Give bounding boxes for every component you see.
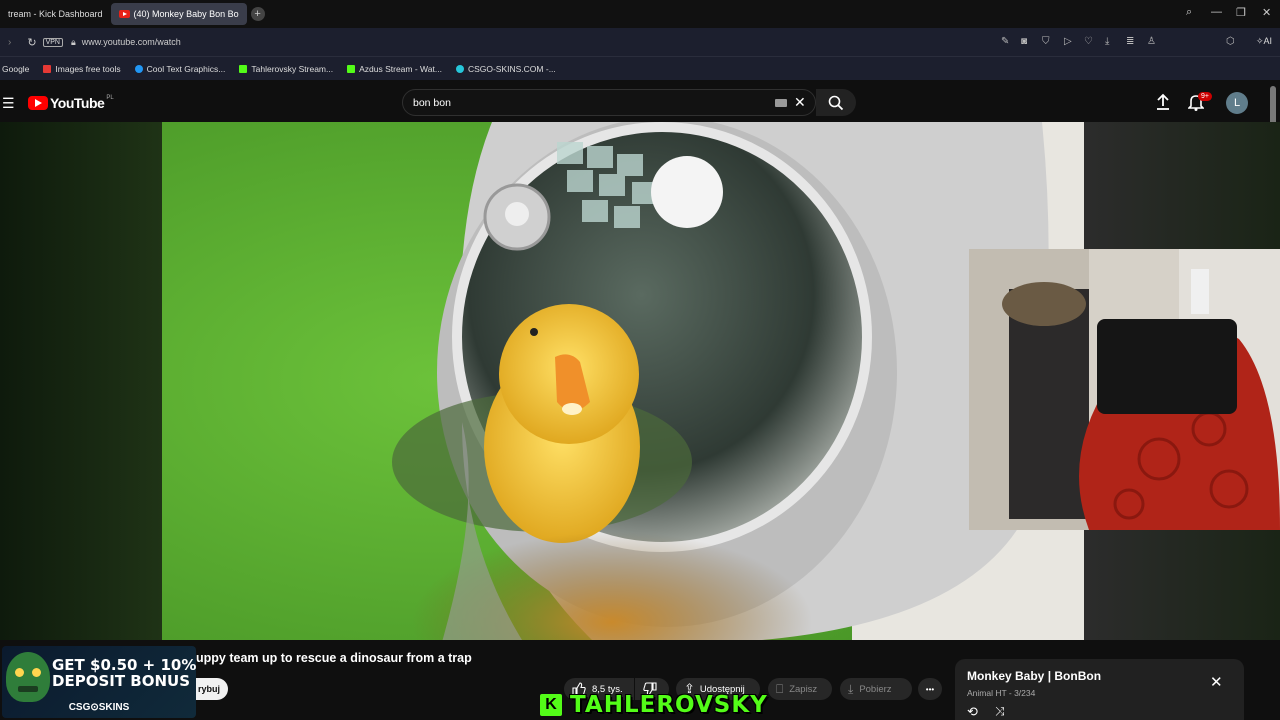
vpn-badge[interactable]: VPN <box>42 37 63 47</box>
search-tabs-icon[interactable]: ⌕ <box>1186 6 1192 19</box>
bookmark-azdus[interactable]: Azdus Stream - Wat... <box>347 64 442 74</box>
download-icon[interactable]: ⤓ <box>1105 36 1109 47</box>
bookmark-save-icon: ⎕ <box>776 681 784 696</box>
bookmarks-bar: Google Images free tools Cool Text Graph… <box>0 56 1280 80</box>
shield-icon[interactable]: ⛉ <box>1042 36 1050 47</box>
ad-line-2: DEPOSIT BONUS <box>52 672 191 690</box>
forward-icon[interactable]: › <box>8 37 11 48</box>
edit-icon[interactable]: ✎ <box>1001 36 1009 47</box>
ai-label: AI <box>1263 36 1273 46</box>
notification-badge: 9+ <box>1198 92 1212 101</box>
subscribe-button[interactable]: rybuj <box>196 678 228 700</box>
download-label: Pobierz <box>859 683 892 695</box>
kick-icon <box>239 64 248 73</box>
bookmark-label: CSGO-SKINS.COM -... <box>467 63 556 74</box>
profile-icon[interactable]: ♙ <box>1147 36 1156 47</box>
menu-list-icon[interactable]: ≣ <box>1126 36 1134 47</box>
video-frame-duckling-image <box>162 122 1084 640</box>
bookmark-label: Tahlerovsky Stream... <box>251 63 334 74</box>
webcam-feed-image <box>969 249 1280 530</box>
extensions-icon[interactable]: ⬡ <box>1226 36 1235 47</box>
youtube-favicon-icon <box>118 10 130 18</box>
search-box[interactable]: bon bon ✕ <box>402 89 816 116</box>
bookmark-label: Cool Text Graphics... <box>146 63 226 74</box>
more-actions-button[interactable]: ••• <box>918 678 942 700</box>
hamburger-menu-icon[interactable]: ☰ <box>2 95 15 112</box>
kick-icon <box>347 64 356 73</box>
upload-button[interactable] <box>1155 93 1171 116</box>
bookmark-tahlerovsky[interactable]: Tahlerovsky Stream... <box>239 64 333 74</box>
webcam-overlay <box>969 249 1280 530</box>
ambient-left <box>0 122 162 640</box>
csgo-skins-ad: GET $0.50 + 10% DEPOSIT BONUS CSG⊙SKINS <box>2 646 196 718</box>
bookmark-icon <box>134 64 143 73</box>
new-tab-button[interactable]: + <box>250 7 265 21</box>
csgo-skins-icon <box>455 64 464 73</box>
search-icon <box>828 95 844 110</box>
bookmark-cool-text[interactable]: Cool Text Graphics... <box>134 63 226 74</box>
region-code: PL <box>106 95 114 101</box>
bookmark-label: Azdus Stream - Wat... <box>359 63 442 74</box>
youtube-play-icon <box>28 96 48 110</box>
loop-icon[interactable]: ⟲ <box>967 704 978 720</box>
download-arrow-icon: ⤓ <box>848 681 854 696</box>
tab-label: tream - Kick Dashboard <box>8 9 103 19</box>
playlist-subtitle: Animal HT - 3/234 <box>967 688 1036 698</box>
lock-icon: 🔒︎ <box>70 36 76 47</box>
avatar[interactable]: L <box>1226 92 1248 114</box>
heart-icon[interactable]: ♡ <box>1084 36 1093 47</box>
tab-kick-dashboard[interactable]: tream - Kick Dashboard <box>0 3 111 25</box>
url-field[interactable]: www.youtube.com/watch <box>82 37 181 47</box>
zombie-mascot-icon <box>6 652 50 702</box>
save-button[interactable]: ⎕ Zapisz <box>768 678 832 700</box>
bookmark-images-free-tools[interactable]: Images free tools <box>43 63 121 74</box>
tab-youtube[interactable]: (40) Monkey Baby Bon Bo <box>110 3 247 25</box>
maximize-button[interactable]: ❐ <box>1236 6 1246 19</box>
bookmark-label: Images free tools <box>55 63 121 74</box>
camera-icon[interactable]: ◙ <box>1021 36 1027 47</box>
download-button[interactable]: ⤓ Pobierz <box>840 678 912 700</box>
search-input[interactable]: bon bon <box>413 97 451 109</box>
ai-button[interactable]: ✧AI <box>1256 36 1272 47</box>
close-playlist-icon[interactable]: ✕ <box>1210 673 1223 691</box>
playlist-panel: Monkey Baby | BonBon Animal HT - 3/234 ✕… <box>955 659 1244 720</box>
playlist-title[interactable]: Monkey Baby | BonBon <box>967 669 1101 683</box>
browser-tab-bar: tream - Kick Dashboard (40) Monkey Baby … <box>0 0 1280 28</box>
video-player[interactable] <box>162 122 1084 640</box>
bookmark-icon <box>43 64 52 73</box>
tab-label: (40) Monkey Baby Bon Bo <box>133 9 239 19</box>
bookmark-label: Google <box>2 63 30 74</box>
bookmark-csgo-skins[interactable]: CSGO-SKINS.COM -... <box>455 63 556 74</box>
clear-search-icon[interactable]: ✕ <box>794 94 806 111</box>
shuffle-icon[interactable]: ⤨ <box>995 704 1005 719</box>
keyboard-icon[interactable] <box>775 99 787 107</box>
youtube-logo-text: YouTube <box>50 95 105 111</box>
kick-logo-icon: K <box>540 694 562 716</box>
bookmark-google[interactable]: Google <box>2 64 29 74</box>
reload-icon[interactable]: ↻ <box>27 36 36 49</box>
close-window-button[interactable]: ✕ <box>1262 6 1271 19</box>
address-bar: › ↻ VPN 🔒︎ www.youtube.com/watch ✎ ◙ ⛉ ▷… <box>0 28 1280 77</box>
play-icon[interactable]: ▷ <box>1064 36 1072 47</box>
minimize-button[interactable]: — <box>1211 6 1222 18</box>
ad-line-1: GET $0.50 + 10% <box>52 656 196 674</box>
youtube-logo[interactable]: YouTube PL <box>28 95 114 111</box>
search-button[interactable] <box>816 89 856 116</box>
ad-headline: GET $0.50 + 10% DEPOSIT BONUS <box>52 657 196 689</box>
upload-icon <box>1157 93 1169 110</box>
video-title: uppy team up to rescue a dinosaur from a… <box>196 651 472 665</box>
ad-brand: CSG⊙SKINS <box>68 702 130 713</box>
streamer-name: TAHLEROVSKY <box>570 692 768 718</box>
save-label: Zapisz <box>789 683 818 695</box>
